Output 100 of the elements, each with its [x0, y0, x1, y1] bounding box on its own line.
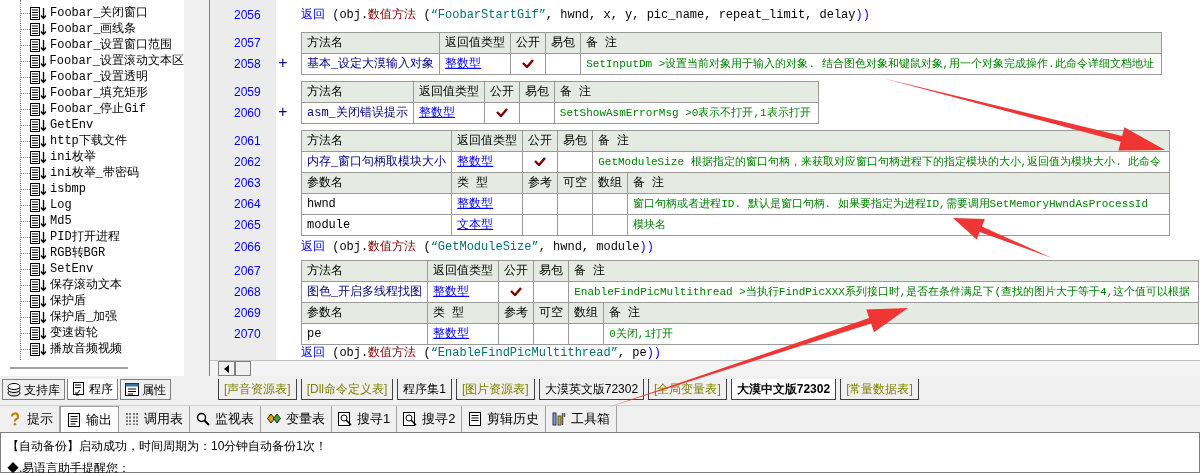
return-type-link[interactable]: 整数型: [413, 102, 485, 124]
column-header: 数组: [568, 302, 604, 324]
document-down-icon: [30, 246, 47, 260]
tree-item[interactable]: 保存滚动文本: [30, 276, 122, 294]
tree-item[interactable]: RGB转BGR: [30, 244, 106, 262]
column-header: 方法名: [301, 81, 414, 103]
document-down-icon: [30, 182, 47, 196]
tree-item[interactable]: Foobar_填充矩形: [30, 84, 149, 102]
tree-item[interactable]: SetEnv: [30, 260, 94, 278]
expand-toggle[interactable]: +: [278, 55, 288, 72]
column-header: 易包: [519, 81, 555, 103]
tools-icon: [552, 412, 567, 426]
document-down-icon: [30, 262, 47, 276]
tree-item[interactable]: Foobar_设置窗口范围: [30, 36, 173, 54]
parameter-name: hwnd: [301, 193, 452, 215]
tree-item[interactable]: Foobar_停止Gif: [30, 100, 146, 118]
code-line: 返回 (obj.数值方法 (“FoobarStartGif”, hwnd, x, y, pic_name, repeat_limit, delay)): [301, 7, 870, 24]
code-line: 返回 (obj.数值方法 (“EnableFindPicMultithread”, pe)): [301, 345, 662, 360]
panel-tab[interactable]: 支持库: [2, 379, 65, 400]
document-icon: [468, 412, 483, 426]
tree-item[interactable]: ini枚举_带密码: [30, 164, 139, 182]
column-header: 公开: [522, 130, 558, 152]
column-header: 参数名: [301, 172, 452, 194]
parameter-type-link[interactable]: 文本型: [451, 214, 523, 236]
document-down-icon: [30, 214, 47, 228]
parameter-type-link[interactable]: 整数型: [451, 193, 523, 215]
document-tab[interactable]: [图片资源表]: [456, 379, 535, 400]
scrollbar-thumb[interactable]: [235, 361, 251, 376]
tree-item[interactable]: 播放音频视频: [30, 340, 122, 358]
panel-tab[interactable]: 程序: [67, 379, 118, 400]
parameter-type-link[interactable]: 整数型: [427, 323, 499, 345]
library-icon: [7, 382, 21, 397]
tree-item[interactable]: Log: [30, 196, 72, 214]
tree-item[interactable]: GetEnv: [30, 116, 94, 134]
document-tab[interactable]: [Dll命令定义表]: [300, 379, 394, 400]
tree-item[interactable]: isbmp: [30, 180, 86, 198]
document-down-icon: [30, 22, 47, 36]
column-header: 方法名: [301, 260, 428, 282]
column-header: 备 注: [554, 81, 819, 103]
grid-icon: [125, 412, 139, 426]
method-name: asm_关闭错误提示: [301, 102, 414, 124]
tree-item[interactable]: 变速齿轮: [30, 324, 98, 342]
parameter-name: module: [301, 214, 452, 236]
tree-item[interactable]: 保护盾_加强: [30, 308, 118, 326]
line-number: 2066: [234, 239, 261, 256]
parameter-name: pe: [301, 323, 428, 345]
scrollbar-thumb[interactable]: [10, 367, 128, 369]
return-type-link[interactable]: 整数型: [427, 281, 499, 303]
document-tab[interactable]: [声音资源表]: [218, 379, 297, 400]
column-header: 方法名: [301, 32, 440, 54]
column-header: 公开: [484, 81, 520, 103]
tree-item[interactable]: Md5: [30, 212, 72, 230]
line-number: 2064: [234, 195, 261, 213]
output-line: 【自动备份】启动成功，时间周期为：10分钟自动备份1次！: [7, 438, 329, 455]
document-tab[interactable]: 程序集1: [397, 379, 453, 400]
expand-toggle[interactable]: +: [278, 104, 288, 121]
horizontal-scrollbar[interactable]: [210, 360, 1200, 376]
column-header: 数组: [592, 172, 628, 194]
document-tab[interactable]: 大漠中文版72302: [730, 379, 837, 400]
return-type-link[interactable]: 整数型: [439, 53, 511, 75]
diamond-icon: [267, 412, 281, 426]
line-number: 2061: [234, 132, 261, 150]
tree-item[interactable]: ini枚举: [30, 148, 96, 166]
line-number: 2057: [234, 34, 261, 52]
column-header: 参数名: [301, 302, 428, 324]
column-header: 返回值类型: [451, 130, 523, 152]
line-number: 2060: [234, 104, 261, 122]
column-header: 公开: [498, 260, 534, 282]
scroll-left-button[interactable]: [218, 361, 235, 376]
document-down-icon: [30, 310, 47, 324]
document-tab[interactable]: [常量数据表]: [840, 379, 919, 400]
method-name: 基本_设定大漠输入对象: [301, 53, 440, 75]
document-tab[interactable]: 大漠英文版72302: [538, 379, 645, 400]
document-down-icon: [30, 278, 47, 292]
tree-item[interactable]: Foobar_画线条: [30, 20, 137, 38]
column-header: 备 注: [592, 130, 1170, 152]
document-down-icon: [30, 6, 47, 20]
method-name: 图色_开启多线程找图: [301, 281, 428, 303]
line-number: 2065: [234, 216, 261, 234]
tree-item[interactable]: Foobar_设置透明: [30, 68, 149, 86]
line-number: 2068: [234, 283, 261, 301]
tree-item[interactable]: PID打开进程: [30, 228, 120, 246]
line-number: 2059: [234, 83, 261, 101]
column-header: 备 注: [568, 260, 1199, 282]
tree-item[interactable]: http下载文件: [30, 132, 127, 150]
question-mark-icon: [8, 412, 22, 426]
code-line: 返回 (obj.数值方法 (“GetModuleSize”, hwnd, module)): [301, 239, 654, 256]
line-number: 2058: [234, 55, 261, 73]
column-header: 可空: [557, 172, 593, 194]
tree-item[interactable]: 保护盾: [30, 292, 86, 310]
output-tab[interactable]: 输出: [60, 406, 119, 432]
document-down-icon: [30, 134, 47, 148]
column-header: 返回值类型: [413, 81, 485, 103]
panel-tab[interactable]: 属性: [120, 379, 171, 400]
tree-item[interactable]: Foobar_关闭窗口: [30, 4, 149, 22]
document-down-icon: [30, 102, 47, 116]
tree-item[interactable]: Foobar_设置滚动文本区: [29, 52, 184, 70]
column-header: 易包: [545, 32, 581, 54]
properties-icon: [125, 382, 139, 397]
return-type-link[interactable]: 整数型: [451, 151, 523, 173]
